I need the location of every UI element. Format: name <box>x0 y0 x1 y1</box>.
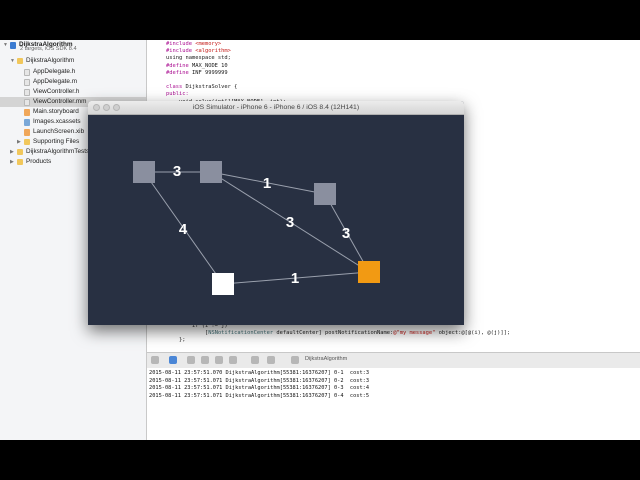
edge-weight-label: 1 <box>291 270 299 287</box>
breakpoints-icon[interactable] <box>169 356 177 364</box>
navigator-item-label: Products <box>26 158 52 165</box>
code-token: NSNotificationCenter <box>208 330 274 337</box>
code-token: DijkstraSolver { <box>185 84 238 91</box>
source-file-icon <box>24 98 30 106</box>
code-token: <algorithm> <box>195 48 231 55</box>
navigator-item[interactable]: AppDelegate.m <box>0 77 146 87</box>
code-line: #define INF 9999999 <box>166 70 228 77</box>
navigator-item-label: LaunchScreen.xib <box>33 128 85 135</box>
simulator-title: iOS Simulator - iPhone 6 - iPhone 6 / iO… <box>192 104 360 111</box>
folder-icon <box>17 58 23 64</box>
debug-target-label: DijkstraAlgorithm <box>305 356 348 362</box>
console-log-line: 2015-08-11 23:57:51.071 DijkstraAlgorith… <box>149 377 370 384</box>
debug-console[interactable]: 2015-08-11 23:57:51.070 DijkstraAlgorith… <box>147 368 640 440</box>
screen: ▼ DijkstraAlgorithm ▼ DijkstraAlgorithm AppD… <box>0 0 640 480</box>
code-token: }; <box>166 337 186 344</box>
navigator-item-label: Main.storyboard <box>33 108 79 115</box>
pause-icon[interactable] <box>187 356 195 364</box>
graph-node[interactable] <box>133 161 155 183</box>
project-icon <box>10 41 16 49</box>
simulate-location-icon[interactable] <box>267 356 275 364</box>
code-line: public: <box>166 91 189 98</box>
code-line: using namespace std; <box>166 55 231 62</box>
view-hierarchy-icon[interactable] <box>251 356 259 364</box>
code-token: class <box>166 84 186 91</box>
graph-node[interactable] <box>200 161 222 183</box>
graph-node[interactable] <box>314 183 336 205</box>
folder-icon <box>24 139 30 145</box>
console-log-line: 2015-08-11 23:57:51.071 DijkstraAlgorith… <box>149 392 370 399</box>
code-token: #define <box>166 62 192 69</box>
disclosure-closed-icon[interactable]: ▶ <box>17 137 24 147</box>
code-line: [NSNotificationCenter defaultCenter] pos… <box>166 330 510 337</box>
edge-weight-label: 3 <box>342 225 350 242</box>
code-token: using namespace std; <box>166 55 231 62</box>
source-file-icon <box>24 78 30 86</box>
navigator-item[interactable]: ▼ DijkstraAlgorithm <box>0 56 146 66</box>
navigator-item-label: Images.xcassets <box>33 118 81 125</box>
disclosure-open-icon[interactable]: ▼ <box>10 56 17 66</box>
code-token: object:@[@(i), @(j)]]; <box>435 330 511 337</box>
navigator-item-label: DijkstraAlgorithm <box>26 57 75 64</box>
step-over-icon[interactable] <box>201 356 209 364</box>
navigator-item-label: ViewController.mm <box>33 98 87 105</box>
step-out-icon[interactable] <box>229 356 237 364</box>
code-token: MAX_NODE 10 <box>191 62 228 69</box>
target-icon <box>291 356 299 364</box>
navigator-item[interactable]: AppDelegate.h <box>0 67 146 77</box>
project-subtitle: 2 targets, iOS SDK 8.4 <box>20 46 77 52</box>
folder-icon <box>17 149 23 155</box>
header-file-icon <box>24 68 30 76</box>
asset-catalog-icon <box>24 118 30 126</box>
code-line: #include <memory> <box>166 41 221 48</box>
edge-weight-label: 4 <box>179 221 188 238</box>
storyboard-icon <box>24 108 30 116</box>
hide-debug-area-icon[interactable] <box>151 356 159 364</box>
disclosure-closed-icon[interactable]: ▶ <box>10 157 17 167</box>
navigator-item-label: Supporting Files <box>33 138 80 145</box>
code-line: }; <box>166 337 186 344</box>
disclosure-open-icon[interactable]: ▼ <box>3 40 10 50</box>
simulator-titlebar[interactable]: iOS Simulator - iPhone 6 - iPhone 6 / iO… <box>88 101 464 115</box>
disclosure-closed-icon[interactable]: ▶ <box>10 147 17 157</box>
xib-file-icon <box>24 128 30 136</box>
code-token: defaultCenter] postNotificationName: <box>273 330 394 337</box>
navigator-item[interactable]: ViewController.h <box>0 87 146 97</box>
header-file-icon <box>24 88 30 96</box>
console-log-line: 2015-08-11 23:57:51.071 DijkstraAlgorith… <box>149 385 370 391</box>
code-line: class DijkstraSolver { <box>166 84 237 91</box>
code-token: #define <box>166 69 192 76</box>
console-log-line: 2015-08-11 23:57:51.070 DijkstraAlgorith… <box>149 370 370 376</box>
folder-icon <box>17 159 23 165</box>
code-token: #include <box>166 48 196 55</box>
code-token: public: <box>166 91 189 98</box>
edge-weight-label: 3 <box>286 214 294 231</box>
edge-weight-label: 1 <box>263 175 271 192</box>
code-line: #include <algorithm> <box>166 48 231 55</box>
debug-bar: DijkstraAlgorithm <box>147 352 640 369</box>
code-line: #define MAX_NODE 10 <box>166 63 228 70</box>
step-in-icon[interactable] <box>215 356 223 364</box>
code-token: @"my message" <box>393 330 436 337</box>
code-token: [ <box>166 330 209 337</box>
code-token: #include <box>166 41 196 47</box>
code-token: INF 9999999 <box>191 69 228 76</box>
navigator-item-label: DijkstraAlgorithmTests <box>26 148 90 155</box>
graph-node[interactable] <box>358 261 380 283</box>
graph-canvas: 3 1 3 3 4 1 <box>133 161 380 295</box>
code-token: <memory> <box>195 41 222 47</box>
ios-simulator-window[interactable]: iOS Simulator - iPhone 6 - iPhone 6 / iO… <box>88 101 464 325</box>
navigator-item-label: ViewController.h <box>33 88 80 95</box>
navigator-item-label: AppDelegate.h <box>33 68 76 75</box>
edge-weight-label: 3 <box>173 163 181 180</box>
navigator-item-label: AppDelegate.m <box>33 78 78 85</box>
graph-node[interactable] <box>212 273 234 295</box>
